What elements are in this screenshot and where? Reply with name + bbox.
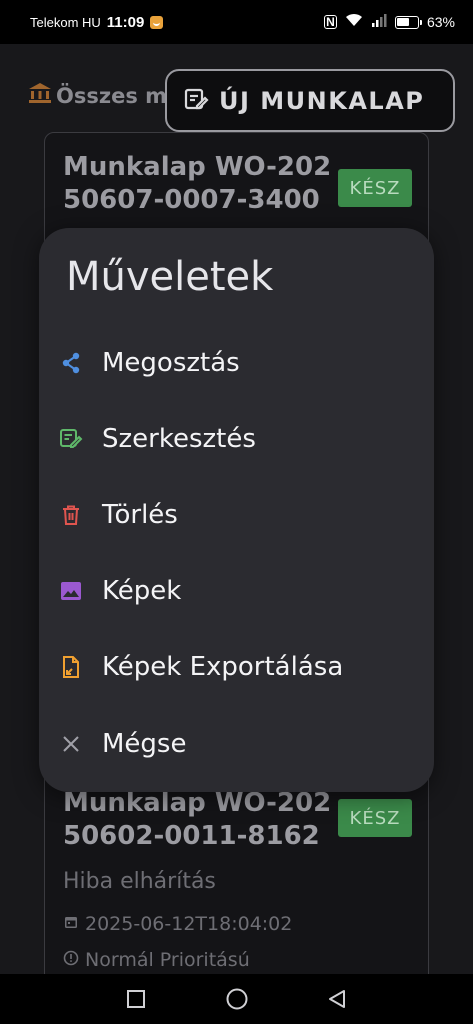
battery-icon (394, 15, 422, 29)
calendar-icon (63, 913, 79, 935)
menu-item-edit[interactable]: Szerkesztés (39, 409, 434, 469)
back-triangle-icon[interactable] (322, 984, 352, 1014)
status-bar: Telekom HU 11:09 N 63% (0, 0, 473, 44)
menu-item-delete[interactable]: Törlés (39, 485, 434, 545)
menu-item-label: Megosztás (102, 348, 240, 378)
bank-icon (28, 82, 52, 109)
system-navigation-bar (0, 974, 473, 1024)
menu-item-export-images[interactable]: Képek Exportálása (39, 637, 434, 697)
actions-dialog: Műveletek Megosztás Szerkesztés Törlés K… (39, 228, 434, 792)
menu-item-cancel[interactable]: Mégse (39, 714, 434, 774)
new-worksheet-label: ÚJ MUNKALAP (219, 86, 425, 115)
worksheet-date: 2025-06-12T18:04:02 (63, 913, 292, 935)
image-icon (58, 578, 84, 604)
menu-item-label: Törlés (102, 500, 178, 530)
page-title: Összes m (28, 82, 167, 109)
export-file-icon (58, 654, 84, 680)
worksheet-title: Munkalap WO-20250607-0007-3400 (63, 152, 332, 215)
new-worksheet-button[interactable]: ÚJ MUNKALAP (165, 69, 455, 132)
menu-item-label: Szerkesztés (102, 424, 256, 454)
nfc-icon: N (323, 15, 337, 29)
menu-item-share[interactable]: Megosztás (39, 333, 434, 393)
wifi-icon (345, 13, 363, 32)
edit-note-icon (183, 86, 209, 116)
worksheet-priority: Normál Prioritású (63, 949, 250, 971)
trash-icon (58, 502, 84, 528)
edit-icon (58, 426, 84, 452)
menu-item-label: Mégse (102, 729, 187, 759)
worksheet-type: Hiba elhárítás (63, 869, 216, 894)
priority-text: Normál Prioritású (85, 949, 250, 971)
dialog-title: Műveletek (66, 254, 274, 300)
recents-square-icon[interactable] (121, 984, 151, 1014)
worksheet-title: Munkalap WO-20250602-0011-8162 (63, 788, 332, 851)
close-icon (58, 731, 84, 757)
status-badge: KÉSZ (338, 169, 412, 207)
menu-item-images[interactable]: Képek (39, 561, 434, 621)
clock: 11:09 (106, 13, 145, 31)
menu-item-label: Képek (102, 576, 182, 606)
status-badge: KÉSZ (338, 799, 412, 837)
carrier-name: Telekom HU (30, 14, 101, 30)
priority-info-icon (63, 949, 79, 971)
signal-icon (371, 13, 387, 32)
battery-percent: 63% (426, 14, 455, 30)
home-circle-icon[interactable] (222, 984, 252, 1014)
date-text: 2025-06-12T18:04:02 (85, 913, 293, 935)
app-notification-icon (150, 15, 164, 29)
menu-item-label: Képek Exportálása (102, 652, 344, 682)
share-icon (58, 350, 84, 376)
page-title-text: Összes m (56, 83, 168, 108)
